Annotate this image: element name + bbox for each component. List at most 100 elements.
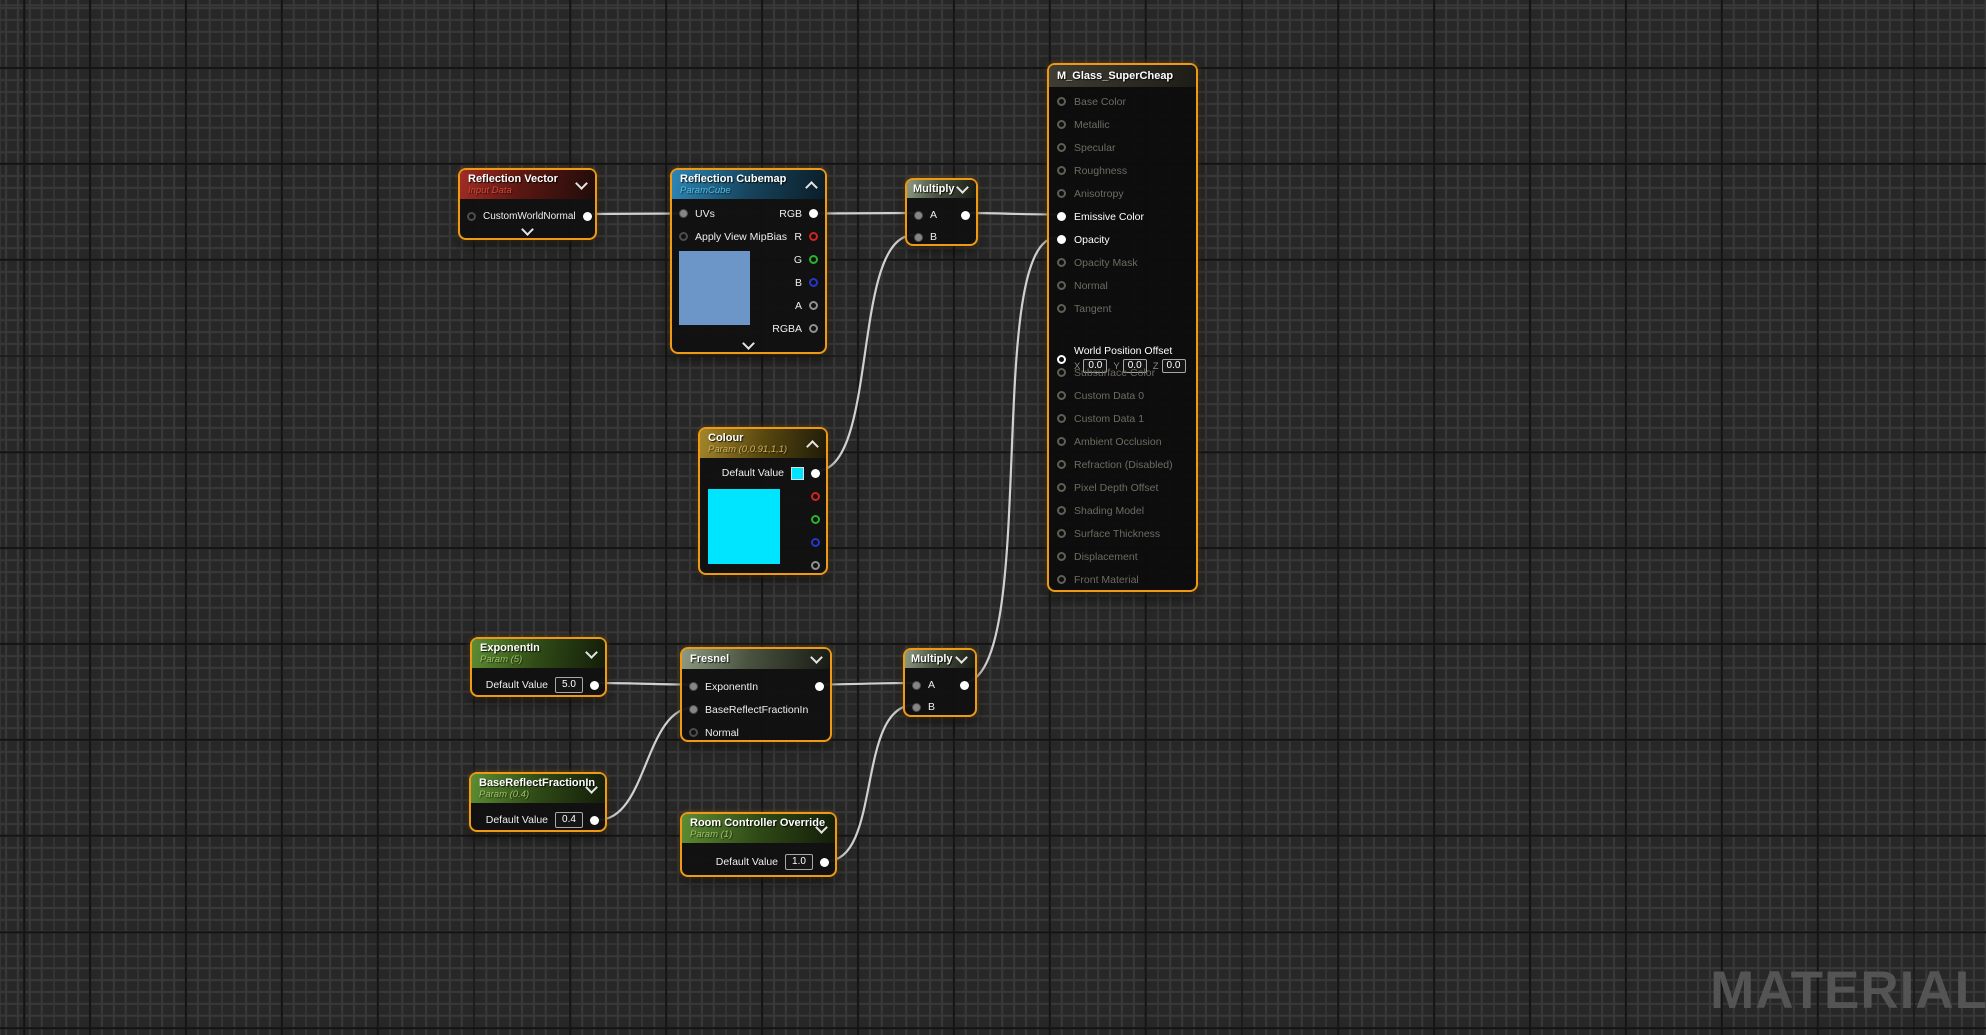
input-pin[interactable] xyxy=(1057,575,1066,584)
node-header[interactable]: Colour Param (0,0.91,1,1) xyxy=(700,429,826,458)
node-header[interactable]: M_Glass_SuperCheap xyxy=(1049,65,1196,87)
input-pin[interactable] xyxy=(1057,506,1066,515)
material-pin-row[interactable]: Normal xyxy=(1049,274,1196,297)
material-pin-row[interactable]: Base Color xyxy=(1049,90,1196,113)
node-title: BaseReflectFractionIn xyxy=(479,777,597,789)
node-reflection-cubemap[interactable]: Reflection Cubemap ParamCube UVs Apply V… xyxy=(670,168,827,354)
input-pin[interactable] xyxy=(1057,281,1066,290)
output-pin[interactable] xyxy=(583,212,592,221)
input-pin[interactable] xyxy=(1057,414,1066,423)
input-pin[interactable] xyxy=(689,682,698,691)
output-pin[interactable] xyxy=(811,469,820,478)
node-header[interactable]: ExponentIn Param (5) xyxy=(472,639,605,668)
material-pin-row[interactable]: Emissive Color xyxy=(1049,205,1196,228)
output-pin[interactable] xyxy=(809,255,818,264)
input-pin[interactable] xyxy=(914,211,923,220)
node-multiply-top[interactable]: Multiply A B xyxy=(905,178,978,246)
node-material-result[interactable]: M_Glass_SuperCheap Base Color Metallic S… xyxy=(1047,63,1198,592)
output-pin[interactable] xyxy=(811,561,820,570)
input-pin[interactable] xyxy=(1057,166,1066,175)
material-pin-row[interactable]: Subsurface Color xyxy=(1049,361,1196,384)
input-pin[interactable] xyxy=(1057,437,1066,446)
material-pin-row[interactable]: Tangent xyxy=(1049,297,1196,320)
output-pin[interactable] xyxy=(820,858,829,867)
output-pin[interactable] xyxy=(811,492,820,501)
input-pin[interactable] xyxy=(1057,304,1066,313)
input-pin[interactable] xyxy=(1057,258,1066,267)
node-colour[interactable]: Colour Param (0,0.91,1,1) Default Value xyxy=(698,427,828,575)
node-header[interactable]: Reflection Cubemap ParamCube xyxy=(672,170,825,199)
node-header[interactable]: Fresnel xyxy=(682,649,830,669)
node-reflection-vector[interactable]: Reflection Vector Input Data CustomWorld… xyxy=(458,168,597,240)
material-pin-row[interactable]: Custom Data 0 xyxy=(1049,384,1196,407)
default-value-input[interactable]: 5.0 xyxy=(555,677,583,693)
material-pin-row[interactable]: Surface Thickness xyxy=(1049,522,1196,545)
input-pin[interactable] xyxy=(1057,460,1066,469)
output-pin[interactable] xyxy=(809,278,818,287)
material-pin-row[interactable]: Pixel Depth Offset xyxy=(1049,476,1196,499)
material-pin-row[interactable]: Ambient Occlusion xyxy=(1049,430,1196,453)
input-pin[interactable] xyxy=(1057,212,1066,221)
material-pin-row[interactable]: Front Material xyxy=(1049,568,1196,591)
input-pin[interactable] xyxy=(1057,235,1066,244)
input-pin[interactable] xyxy=(1057,143,1066,152)
node-multiply-bottom[interactable]: Multiply A B xyxy=(903,648,977,717)
input-pin[interactable] xyxy=(1057,391,1066,400)
input-pin[interactable] xyxy=(1057,483,1066,492)
pin-label: Opacity xyxy=(1074,234,1110,246)
input-pin[interactable] xyxy=(689,728,698,737)
material-pin-row[interactable]: Opacity xyxy=(1049,228,1196,251)
input-pin[interactable] xyxy=(912,681,921,690)
node-fresnel[interactable]: Fresnel ExponentIn BaseReflectFractionIn… xyxy=(680,647,832,742)
input-pin[interactable] xyxy=(1057,189,1066,198)
node-header[interactable]: Room Controller Override Param (1) xyxy=(682,814,835,843)
pin-label: Shading Model xyxy=(1074,505,1144,517)
output-pin[interactable] xyxy=(590,816,599,825)
material-pin-row[interactable]: Custom Data 1 xyxy=(1049,407,1196,430)
output-pin[interactable] xyxy=(961,211,970,220)
node-header[interactable]: Multiply xyxy=(905,650,975,668)
pin-label: World Position Offset xyxy=(1074,345,1172,357)
node-room-controller-override[interactable]: Room Controller Override Param (1) Defau… xyxy=(680,812,837,877)
pin-label: Opacity Mask xyxy=(1074,257,1138,269)
input-pin[interactable] xyxy=(1057,97,1066,106)
material-pin-row[interactable]: Metallic xyxy=(1049,113,1196,136)
output-pin[interactable] xyxy=(811,538,820,547)
wire-fresnel-to-multiply2-a xyxy=(818,683,914,685)
material-pin-row[interactable]: Roughness xyxy=(1049,159,1196,182)
default-value-input[interactable]: 1.0 xyxy=(785,854,813,870)
node-base-reflect-fraction-in[interactable]: BaseReflectFractionIn Param (0.4) Defaul… xyxy=(469,772,607,832)
output-pin[interactable] xyxy=(811,515,820,524)
node-subtitle: Input Data xyxy=(468,185,587,196)
material-pin-row[interactable]: Specular xyxy=(1049,136,1196,159)
output-pin[interactable] xyxy=(809,209,818,218)
input-pin[interactable] xyxy=(914,233,923,242)
node-exponent-in[interactable]: ExponentIn Param (5) Default Value 5.0 xyxy=(470,637,607,697)
node-header[interactable]: Multiply xyxy=(907,180,976,198)
output-pin[interactable] xyxy=(809,301,818,310)
input-pin[interactable] xyxy=(1057,120,1066,129)
pin-label: Displacement xyxy=(1074,551,1138,563)
output-pin[interactable] xyxy=(960,681,969,690)
material-pin-row[interactable]: Displacement xyxy=(1049,545,1196,568)
default-value-input[interactable]: 0.4 xyxy=(555,812,583,828)
input-pin[interactable] xyxy=(1057,368,1066,377)
input-pin[interactable] xyxy=(467,212,476,221)
output-pin[interactable] xyxy=(590,681,599,690)
node-header[interactable]: Reflection Vector Input Data xyxy=(460,170,595,199)
output-pin[interactable] xyxy=(809,324,818,333)
material-pin-row[interactable]: Shading Model xyxy=(1049,499,1196,522)
wire-colour-to-multiply1-b xyxy=(816,235,914,471)
color-swatch[interactable] xyxy=(791,467,804,480)
output-pin[interactable] xyxy=(809,232,818,241)
input-pin[interactable] xyxy=(1057,552,1066,561)
input-pin[interactable] xyxy=(912,703,921,712)
node-header[interactable]: BaseReflectFractionIn Param (0.4) xyxy=(471,774,605,803)
material-graph-canvas[interactable]: { "watermark": "MATERIAL", "colors": { "… xyxy=(0,0,1986,1035)
material-pin-row[interactable]: Anisotropy xyxy=(1049,182,1196,205)
output-pin[interactable] xyxy=(815,682,824,691)
input-pin[interactable] xyxy=(1057,529,1066,538)
input-pin[interactable] xyxy=(689,705,698,714)
material-pin-row[interactable]: Opacity Mask xyxy=(1049,251,1196,274)
material-pin-row[interactable]: Refraction (Disabled) xyxy=(1049,453,1196,476)
